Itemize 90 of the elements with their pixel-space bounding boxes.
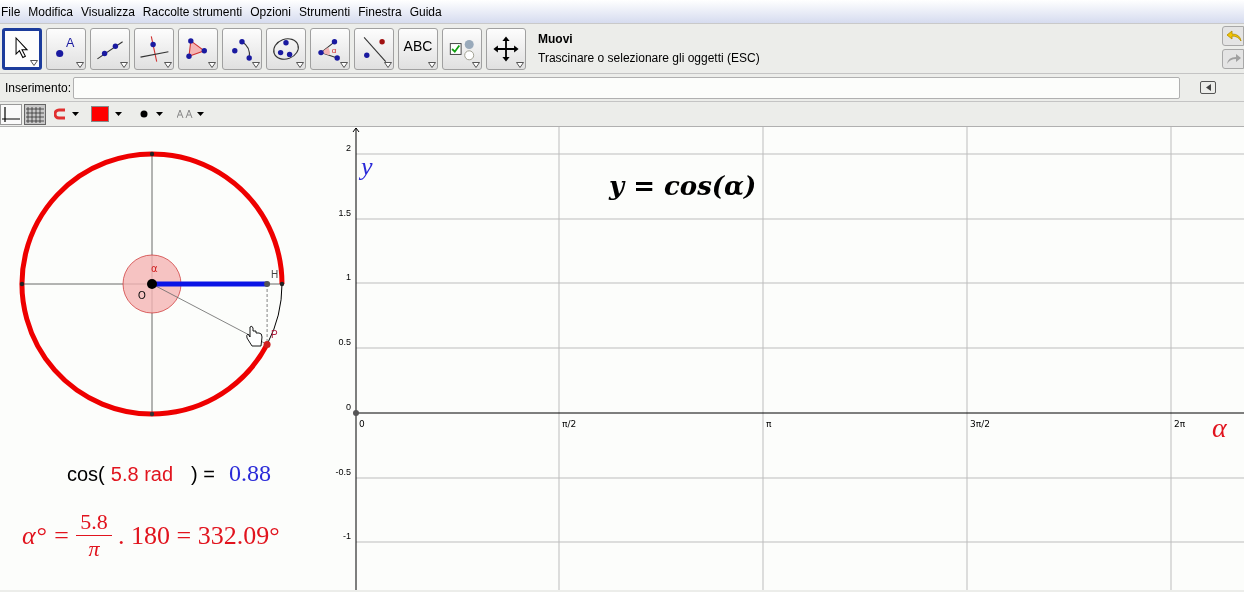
dropdown-triangle-icon [164,61,172,68]
redo-arrow-icon [1226,53,1242,65]
origin-point [353,410,359,416]
tool-button[interactable] [178,27,218,70]
tool-button[interactable] [134,27,174,70]
point [149,151,155,157]
tool-button[interactable] [2,27,42,70]
point-style-button[interactable] [140,110,163,118]
x-tick-label: 2π [1174,419,1186,429]
point [149,411,155,417]
point-o [147,279,157,289]
x-tick-label: 0 [359,419,365,429]
cos-angle-text: 5.8 rad [110,462,174,487]
y-tick-label: -1 [343,531,351,541]
color-button[interactable] [91,106,122,122]
point-label: H [271,269,279,280]
angle-label: α [151,263,158,274]
hand-cursor-icon [246,325,263,347]
point-label: O [138,290,146,301]
menu-item[interactable]: Guida [409,2,442,21]
dropdown-triangle-icon [296,61,304,68]
x-axis-label: α [1212,411,1227,445]
axes-toggle[interactable] [0,103,22,125]
y-tick-label: 2 [346,143,351,153]
text-style-button[interactable] [177,110,204,118]
y-tick-label: 1.5 [338,208,351,218]
cos-prefix-text: cos( [67,462,105,487]
dot-icon [140,110,148,118]
point [19,281,25,287]
dropdown-triangle-icon [472,61,480,68]
axes-icon [1,104,21,124]
x-tick-label: 3π/2 [970,419,990,429]
caret-icon [156,112,163,116]
caret-icon [72,112,79,116]
angle-sector [122,254,182,314]
font-size-icon [177,110,193,118]
dropdown-triangle-icon [208,61,216,68]
tool-button[interactable] [222,27,262,70]
color-swatch [91,106,109,122]
point-p [263,340,271,348]
formula-rhs: . 180 = 332.09° [118,520,280,552]
tool-button[interactable] [266,27,306,70]
magnet-button[interactable] [54,108,79,120]
dropdown-triangle-icon [384,61,392,68]
point [279,281,285,287]
y-tick-label: 0 [346,402,351,412]
caret-icon [197,112,204,116]
y-axis-label: y [361,151,373,183]
fraction-denominator: π [88,536,100,562]
dropdown-triangle-icon [516,61,524,68]
menu-item[interactable]: Finestra [358,2,402,21]
menu-item[interactable]: Raccolte strumenti [142,2,243,21]
tool-help-text: Trascinare o selezionare gli oggetti (ESC) [538,50,760,67]
grid-icon [25,104,45,124]
undo-arrow-icon [1226,30,1242,42]
point-label: P [271,329,278,340]
menu-item[interactable]: File [1,2,21,21]
formula-lhs: α° = [22,520,71,552]
fraction-numerator: 5.8 [80,509,108,535]
y-tick-label: 1 [346,272,351,282]
x-tick-label: π [766,419,772,429]
left-triangle-icon [1205,84,1211,91]
dropdown-triangle-icon [428,61,436,68]
dropdown-triangle-icon [30,59,38,66]
tool-button[interactable]: ABC [398,27,438,70]
dropdown-triangle-icon [252,61,260,68]
tool-name: Muovi [538,31,574,48]
dropdown-triangle-icon [76,61,84,68]
tool-button[interactable] [90,27,130,70]
function-label: y = cos(α) [609,170,757,203]
menu-item[interactable]: Visualizza [81,2,135,21]
menu-item[interactable]: Opzioni [250,2,291,21]
cos-suffix-text: ) = [191,462,215,487]
input-label: Inserimento: [4,79,73,97]
cos-value-text: 0.88 [228,459,271,488]
dropdown-triangle-icon [120,61,128,68]
y-tick-label: -0.5 [335,467,351,477]
grid-toggle[interactable] [24,103,46,125]
tool-button[interactable] [354,27,394,70]
y-tick-label: 0.5 [338,337,351,347]
point-h [264,281,271,287]
dropdown-triangle-icon [340,61,348,68]
menu-item[interactable]: Modifica [28,2,74,21]
collapse-button[interactable] [1200,81,1217,94]
tool-button[interactable] [486,27,526,70]
input-field[interactable] [73,76,1181,99]
caret-icon [115,112,122,116]
menu-item[interactable]: Strumenti [298,2,351,21]
x-tick-label: π/2 [562,419,577,429]
magnet-icon [54,108,66,120]
